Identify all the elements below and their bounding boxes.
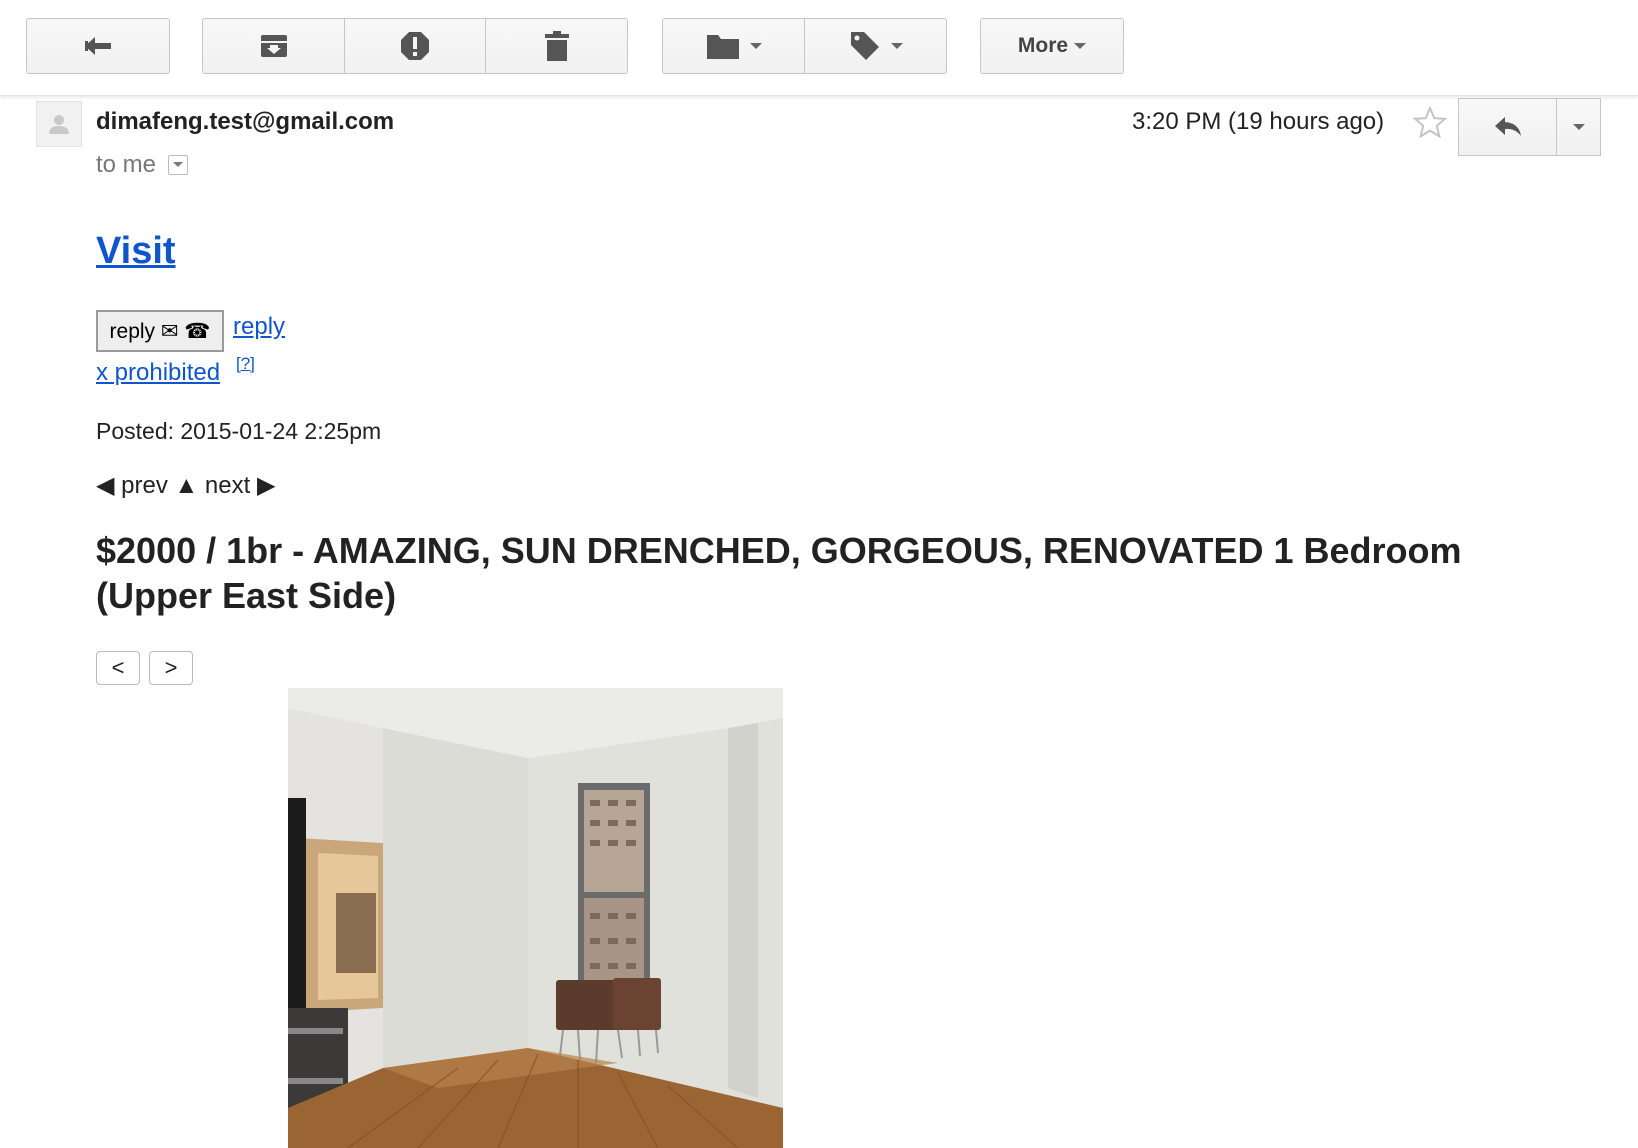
listing-title-line2: (Upper East Side) <box>96 575 397 616</box>
more-reply-options-button[interactable] <box>1556 98 1601 156</box>
toolbar: More <box>0 0 1638 96</box>
visit-link[interactable]: Visit <box>96 230 176 273</box>
listing-title: $2000 / 1br - AMAZING, SUN DRENCHED, GOR… <box>96 528 1616 618</box>
move-to-button[interactable] <box>662 18 805 74</box>
person-icon <box>49 115 69 134</box>
listing-title-line1: $2000 / 1br - AMAZING, SUN DRENCHED, GOR… <box>96 530 1462 571</box>
sender-avatar <box>36 101 82 147</box>
listing-photo <box>288 688 783 1148</box>
reply-icon <box>1494 117 1521 136</box>
archive-icon <box>260 35 287 57</box>
next-listing-link[interactable]: next ▶ <box>205 472 276 499</box>
recipient-label: to me <box>96 151 157 178</box>
prev-listing-link[interactable]: ◀ prev <box>96 472 168 499</box>
more-label: More <box>1017 34 1069 57</box>
back-arrow-icon <box>85 37 111 55</box>
posted-date: Posted: 2015-01-24 2:25pm <box>96 418 382 444</box>
chevron-down-icon <box>890 43 903 49</box>
recipient-line: to me <box>96 151 189 179</box>
report-spam-icon <box>401 32 429 60</box>
star-icon[interactable] <box>1413 106 1447 140</box>
back-to-inbox-button[interactable] <box>26 18 170 74</box>
organize-group <box>662 18 947 74</box>
image-next-button[interactable]: > <box>149 651 193 685</box>
sender-address[interactable]: dimafeng.test@gmail.com <box>96 108 394 136</box>
more-group: More <box>980 18 1124 74</box>
label-tag-icon <box>850 32 879 60</box>
message-timestamp: 3:20 PM (19 hours ago) <box>1132 108 1385 135</box>
image-prev-button[interactable]: < <box>96 651 140 685</box>
chevron-down-icon <box>1074 43 1087 49</box>
show-details-dropdown[interactable] <box>168 155 189 175</box>
prohibited-link[interactable]: x prohibited <box>96 359 220 387</box>
more-button[interactable]: More <box>980 18 1124 74</box>
chevron-down-icon <box>1572 124 1585 130</box>
report-spam-button[interactable] <box>344 18 486 74</box>
message-reply-group <box>1458 98 1601 156</box>
labels-button[interactable] <box>804 18 947 74</box>
help-link[interactable]: [?] <box>236 354 255 374</box>
folder-icon <box>706 35 739 59</box>
reply-button[interactable] <box>1458 98 1557 156</box>
listing-reply-link[interactable]: reply <box>233 313 285 341</box>
trash-icon <box>544 31 569 61</box>
chevron-down-icon <box>749 43 762 49</box>
delete-button[interactable] <box>485 18 628 74</box>
back-group <box>26 18 170 74</box>
up-listing-link[interactable]: ▲ <box>174 472 198 499</box>
listing-reply-button[interactable]: reply ✉ ☎ <box>96 310 224 352</box>
listing-navigation: ◀ prev ▲ next ▶ <box>96 471 275 500</box>
archive-button[interactable] <box>202 18 345 74</box>
action-group <box>202 18 628 74</box>
